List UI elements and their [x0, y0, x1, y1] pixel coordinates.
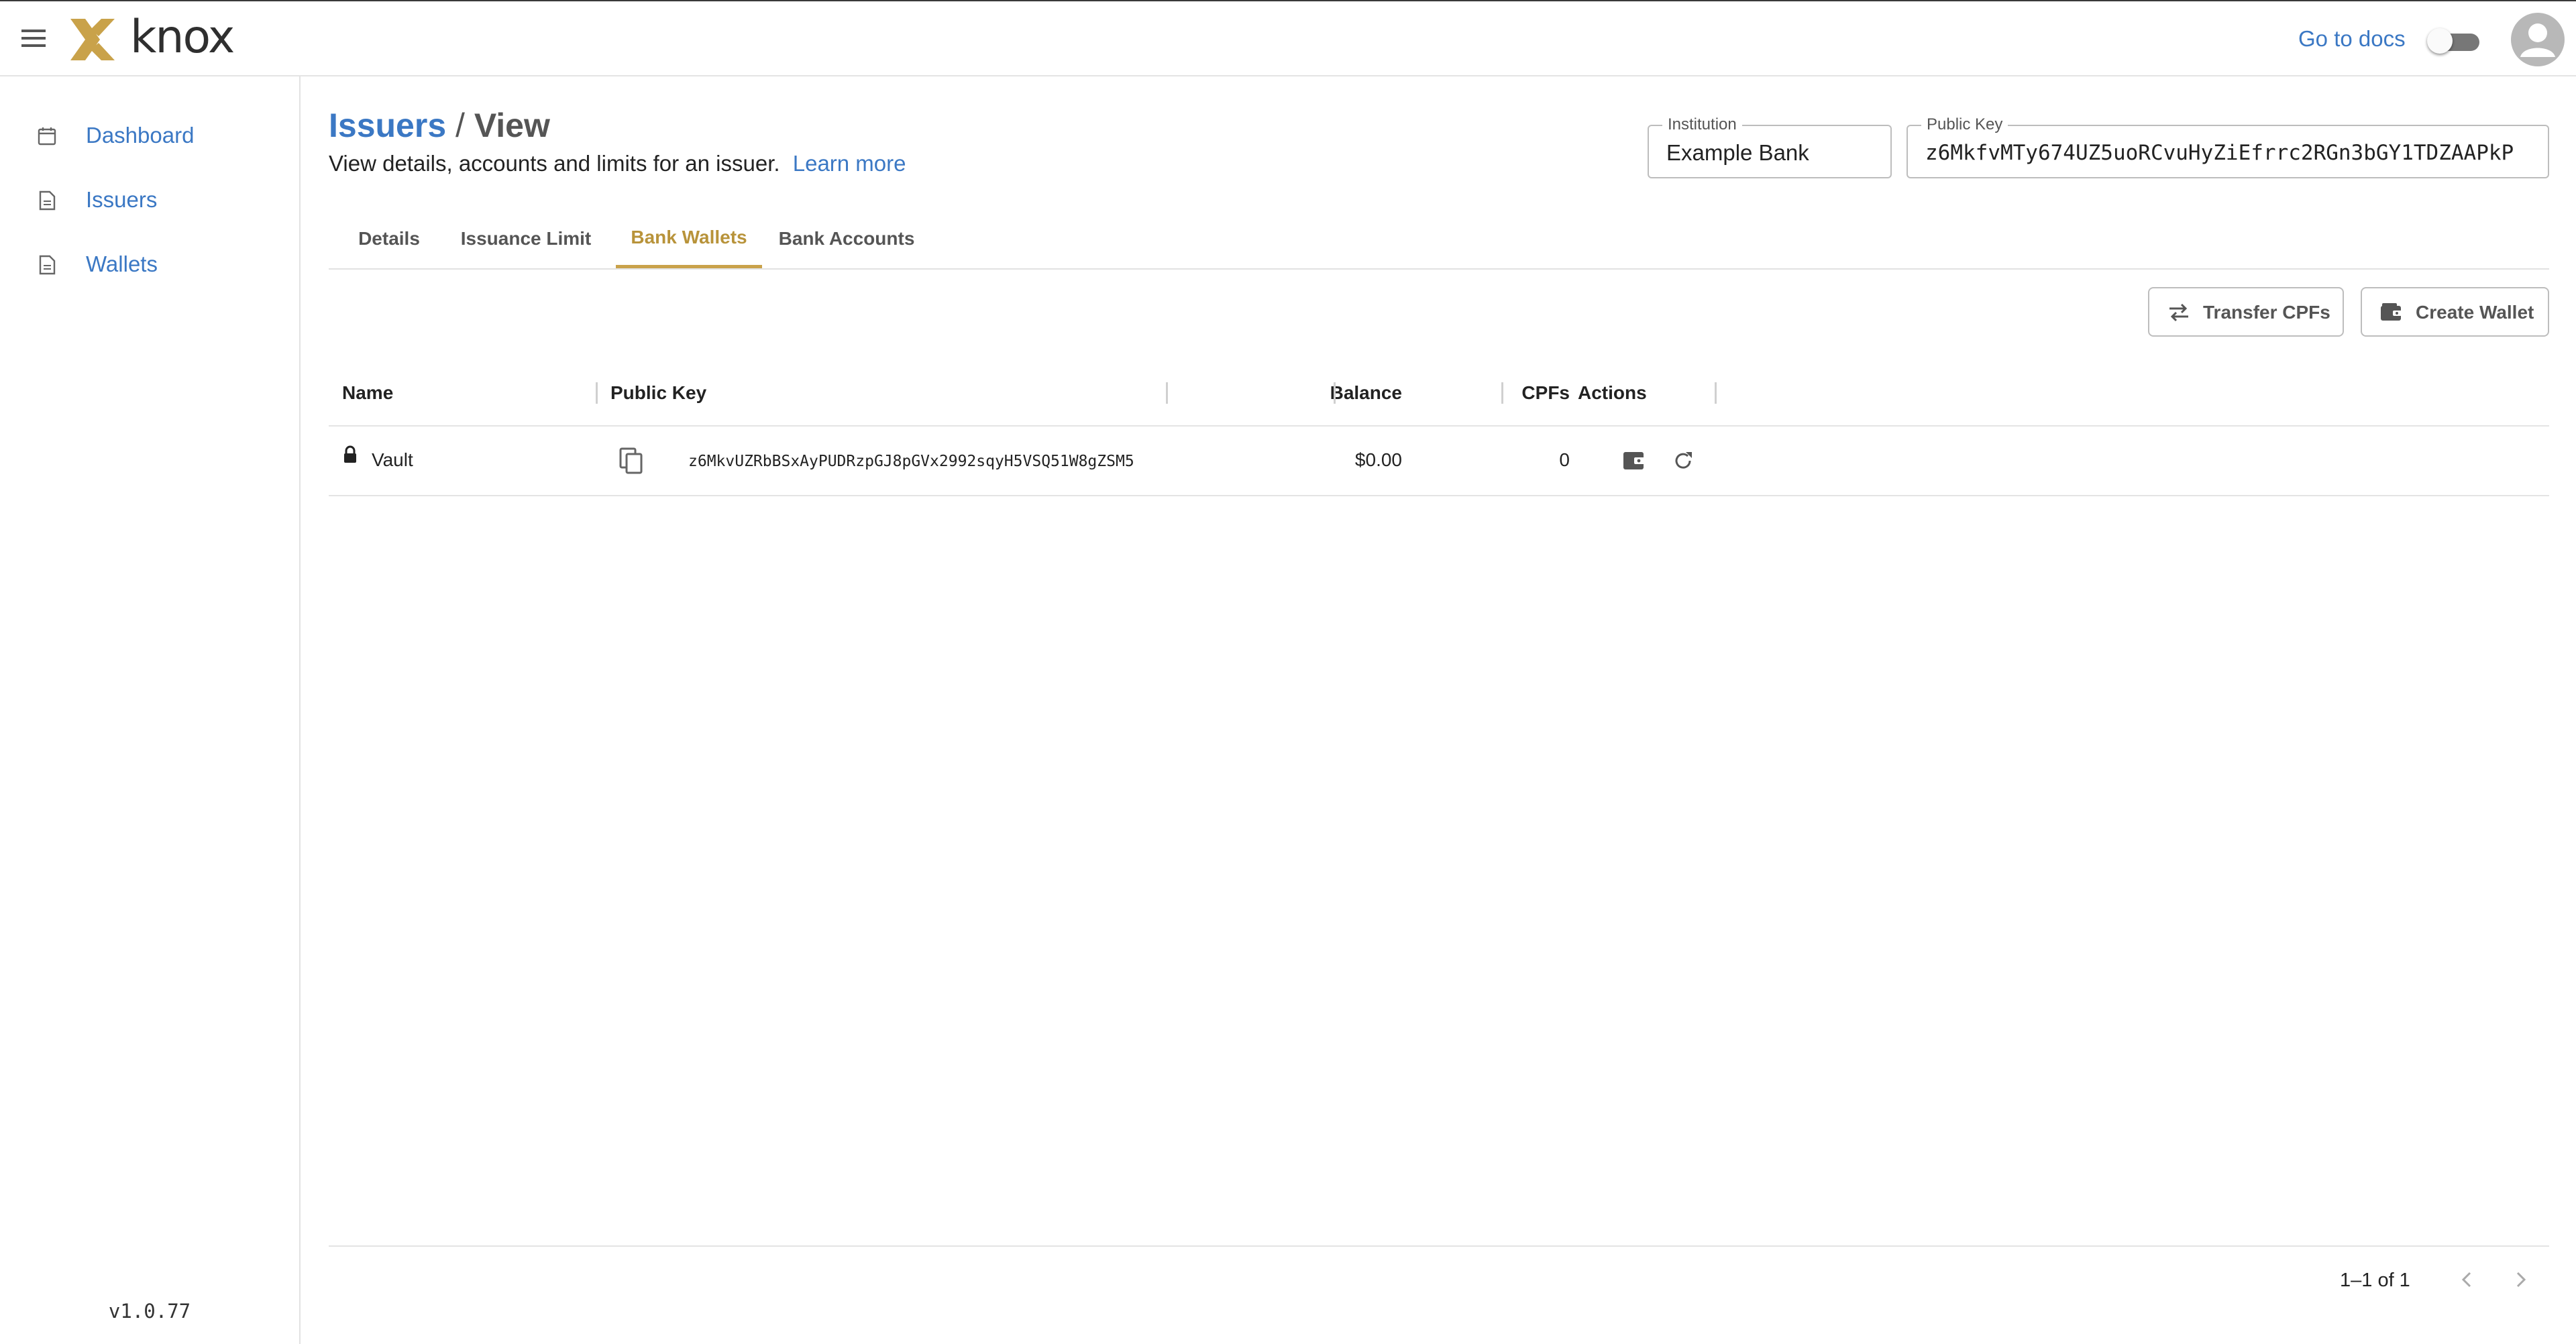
breadcrumb-separator: /	[455, 107, 465, 144]
hamburger-menu-icon[interactable]	[20, 27, 47, 50]
previous-page-icon[interactable]	[2454, 1266, 2481, 1293]
column-resize-handle[interactable]	[1501, 382, 1503, 404]
create-wallet-button[interactable]: Create Wallet	[2361, 287, 2549, 337]
column-header-name[interactable]: Name	[342, 380, 393, 406]
wallet-name: Vault	[372, 449, 413, 470]
next-page-icon[interactable]	[2507, 1266, 2534, 1293]
column-resize-handle[interactable]	[1166, 382, 1168, 404]
breadcrumb: Issuers / View	[329, 104, 550, 147]
breadcrumb-current: View	[474, 107, 550, 144]
wallet-cpfs: 0	[1559, 449, 1570, 470]
subtitle-text: View details, accounts and limits for an…	[329, 151, 780, 176]
sidebar-item-wallets[interactable]: Wallets	[0, 237, 299, 291]
user-avatar[interactable]	[2511, 13, 2565, 66]
learn-more-link[interactable]: Learn more	[793, 151, 906, 176]
tab-bank-wallets[interactable]: Bank Wallets	[616, 209, 762, 268]
tab-details[interactable]: Details	[329, 209, 449, 268]
public-key-value: z6MkfvMTy674UZ5uoRCvuHyZiEfrrc2RGn3bGY1T…	[1925, 141, 2514, 165]
sidebar-item-dashboard[interactable]: Dashboard	[0, 109, 299, 162]
sidebar-item-issuers[interactable]: Issuers	[0, 173, 299, 227]
breadcrumb-issuers-link[interactable]: Issuers	[329, 107, 446, 144]
tab-bank-accounts[interactable]: Bank Accounts	[762, 209, 931, 268]
institution-value: Example Bank	[1666, 140, 1809, 165]
copy-icon[interactable]	[619, 447, 644, 475]
sidebar-item-label: Dashboard	[86, 123, 195, 148]
transfer-cpfs-label: Transfer CPFs	[2203, 302, 2330, 323]
wallet-icon	[2381, 303, 2402, 321]
sidebar-item-label: Wallets	[86, 251, 158, 276]
column-header-public-key[interactable]: Public Key	[610, 380, 706, 406]
table-footer-divider	[329, 1245, 2549, 1247]
theme-toggle[interactable]	[2427, 27, 2479, 54]
table-header: Name Public Key Balance CPFs Actions	[329, 359, 2549, 427]
calendar-icon	[38, 127, 56, 146]
public-key-label: Public Key	[1921, 115, 2008, 134]
person-icon	[2520, 23, 2555, 57]
refresh-icon[interactable]	[1672, 449, 1695, 472]
app-logo-text: knox	[130, 11, 235, 64]
tab-bar: Details Issuance Limit Bank Wallets Bank…	[329, 209, 2549, 270]
column-resize-handle[interactable]	[1334, 382, 1336, 404]
toggle-knob	[2427, 28, 2453, 54]
page-subtitle: View details, accounts and limits for an…	[329, 149, 906, 178]
swap-arrows-icon	[2169, 303, 2188, 322]
public-key-field[interactable]: Public Key z6MkfvMTy674UZ5uoRCvuHyZiEfrr…	[1907, 115, 2549, 178]
document-icon	[39, 190, 56, 211]
institution-label: Institution	[1662, 115, 1742, 134]
table-row: Vault z6MkvUZRbBSxAyPUDRzpGJ8pGVx2992sqy…	[329, 427, 2549, 496]
transfer-cpfs-button[interactable]: Transfer CPFs	[2148, 287, 2344, 337]
top-app-bar: knox Go to docs	[0, 0, 2576, 76]
document-icon	[39, 255, 56, 275]
sidebar-item-label: Issuers	[86, 187, 158, 212]
tab-issuance-limit[interactable]: Issuance Limit	[449, 209, 602, 268]
app-version: v1.0.77	[108, 1300, 191, 1323]
pagination-range: 1–1 of 1	[2340, 1270, 2410, 1291]
column-header-cpfs[interactable]: CPFs	[1415, 380, 1570, 406]
column-header-actions: Actions	[1578, 382, 1647, 403]
wallet-balance: $0.00	[1354, 449, 1402, 470]
lock-icon	[344, 445, 356, 463]
sidebar: Dashboard Issuers Wallets v1.0.77	[0, 76, 301, 1344]
column-header-balance[interactable]: Balance	[1254, 380, 1402, 406]
wallet-public-key: z6MkvUZRbBSxAyPUDRzpGJ8pGVx2992sqyH5VSQ5…	[688, 453, 1134, 470]
column-resize-handle[interactable]	[596, 382, 598, 404]
create-wallet-label: Create Wallet	[2416, 302, 2534, 323]
wallet-icon[interactable]	[1622, 449, 1646, 472]
column-resize-handle[interactable]	[1715, 382, 1717, 404]
go-to-docs-link[interactable]: Go to docs	[2298, 24, 2406, 54]
institution-field[interactable]: Institution Example Bank	[1648, 115, 1892, 178]
